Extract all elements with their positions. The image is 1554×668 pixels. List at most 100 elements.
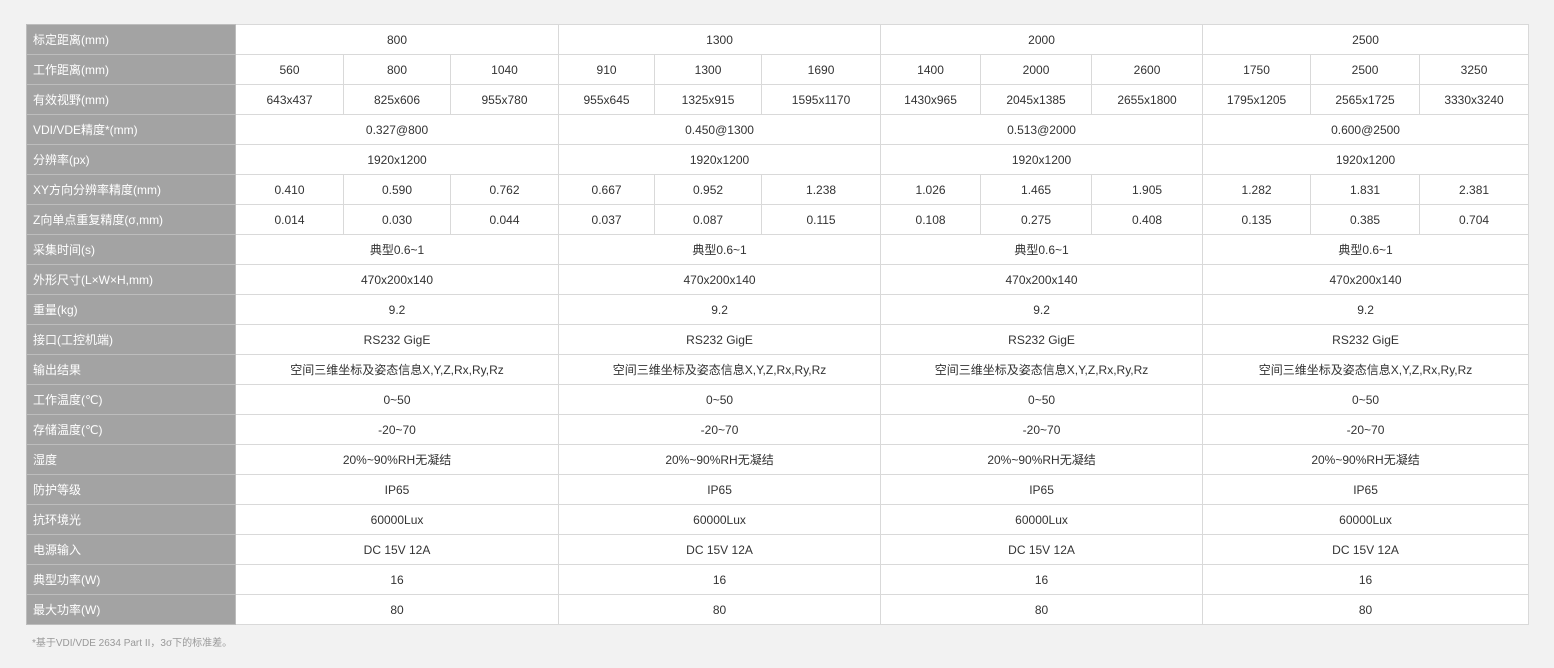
table-cell: -20~70 <box>880 414 1204 445</box>
table-cell: 0.044 <box>449 204 560 235</box>
table-cell: 2045x1385 <box>980 84 1093 115</box>
row-label: 工作温度(℃) <box>26 384 236 415</box>
table-cell: 1.905 <box>1091 174 1204 205</box>
table-cell: 2500 <box>1310 54 1421 85</box>
table-cell: 3250 <box>1419 54 1530 85</box>
table-cell: IP65 <box>1202 474 1530 505</box>
row-label: 重量(kg) <box>26 294 236 325</box>
table-cell: 2500 <box>1202 24 1530 55</box>
table-cell: 9.2 <box>558 294 882 325</box>
table-cell: -20~70 <box>234 414 560 445</box>
table-cell: 1920x1200 <box>1202 144 1530 175</box>
table-row: 防护等级 IP65 IP65 IP65 IP65 <box>26 474 1530 505</box>
table-cell: RS232 GigE <box>234 324 560 355</box>
table-cell: 1920x1200 <box>880 144 1204 175</box>
table-cell: DC 15V 12A <box>1202 534 1530 565</box>
row-label: Z向单点重复精度(σ,mm) <box>26 204 236 235</box>
table-cell: 空间三维坐标及姿态信息X,Y,Z,Rx,Ry,Rz <box>234 354 560 385</box>
table-cell: 0.087 <box>654 204 763 235</box>
table-cell: 2000 <box>880 24 1204 55</box>
table-cell: 800 <box>343 54 451 85</box>
table-cell: 0~50 <box>880 384 1204 415</box>
table-row: 分辨率(px) 1920x1200 1920x1200 1920x1200 1920x1… <box>26 144 1530 175</box>
table-cell: 470x200x140 <box>1202 264 1530 295</box>
table-cell: 80 <box>558 594 882 625</box>
table-cell: 16 <box>1202 564 1530 595</box>
table-row: 湿度 20%~90%RH无凝结 20%~90%RH无凝结 20%~90%RH无凝结 20… <box>26 444 1530 475</box>
row-label: 标定距离(mm) <box>26 24 236 55</box>
table-cell: RS232 GigE <box>880 324 1204 355</box>
table-cell: 1690 <box>761 54 882 85</box>
table-cell: 0.030 <box>343 204 451 235</box>
table-cell: 0.450@1300 <box>558 114 882 145</box>
table-cell: 9.2 <box>1202 294 1530 325</box>
table-cell: 20%~90%RH无凝结 <box>234 444 560 475</box>
table-cell: 0.037 <box>558 204 656 235</box>
table-cell: 16 <box>234 564 560 595</box>
table-cell: DC 15V 12A <box>558 534 882 565</box>
table-cell: 0.115 <box>761 204 882 235</box>
row-label: 输出结果 <box>26 354 236 385</box>
table-cell: 1.831 <box>1310 174 1421 205</box>
table-cell: 0.667 <box>558 174 656 205</box>
table-cell: 0~50 <box>558 384 882 415</box>
table-row: 输出结果 空间三维坐标及姿态信息X,Y,Z,Rx,Ry,Rz 空间三维坐标及姿态信息… <box>26 354 1530 385</box>
table-cell: 60000Lux <box>880 504 1204 535</box>
table-cell: 0.952 <box>654 174 763 205</box>
table-cell: 955x780 <box>449 84 560 115</box>
table-cell: 0.327@800 <box>234 114 560 145</box>
row-label: 电源输入 <box>26 534 236 565</box>
table-cell: 1920x1200 <box>234 144 560 175</box>
table-cell: 9.2 <box>234 294 560 325</box>
row-label: 外形尺寸(L×W×H,mm) <box>26 264 236 295</box>
table-cell: 0~50 <box>1202 384 1530 415</box>
table-cell: -20~70 <box>1202 414 1530 445</box>
table-row: VDI/VDE精度*(mm) 0.327@800 0.450@1300 0.513@2… <box>26 114 1530 145</box>
table-cell: 60000Lux <box>1202 504 1530 535</box>
table-cell: IP65 <box>234 474 560 505</box>
table-cell: 20%~90%RH无凝结 <box>1202 444 1530 475</box>
table-cell: 800 <box>234 24 560 55</box>
table-cell: 955x645 <box>558 84 656 115</box>
table-cell: 60000Lux <box>234 504 560 535</box>
table-cell: 典型0.6~1 <box>880 234 1204 265</box>
table-cell: 0.108 <box>880 204 982 235</box>
table-cell: 典型0.6~1 <box>234 234 560 265</box>
table-cell: 0.408 <box>1091 204 1204 235</box>
table-cell: 1.282 <box>1202 174 1312 205</box>
table-cell: 0.135 <box>1202 204 1312 235</box>
table-cell: 16 <box>880 564 1204 595</box>
table-cell: 2.381 <box>1419 174 1530 205</box>
table-cell: 1920x1200 <box>558 144 882 175</box>
table-cell: 80 <box>880 594 1204 625</box>
table-row: 存储温度(℃) -20~70 -20~70 -20~70 -20~70 <box>26 414 1530 445</box>
table-cell: 空间三维坐标及姿态信息X,Y,Z,Rx,Ry,Rz <box>558 354 882 385</box>
table-cell: 空间三维坐标及姿态信息X,Y,Z,Rx,Ry,Rz <box>1202 354 1530 385</box>
table-cell: 1750 <box>1202 54 1312 85</box>
row-label: 湿度 <box>26 444 236 475</box>
table-cell: 1595x1170 <box>761 84 882 115</box>
row-label: 防护等级 <box>26 474 236 505</box>
table-cell: 910 <box>558 54 656 85</box>
table-row: 典型功率(W) 16 16 16 16 <box>26 564 1530 595</box>
table-cell: DC 15V 12A <box>234 534 560 565</box>
table-cell: 9.2 <box>880 294 1204 325</box>
table-cell: 2565x1725 <box>1310 84 1421 115</box>
table-cell: 0.385 <box>1310 204 1421 235</box>
table-row: 标定距离(mm) 800 1300 2000 2500 <box>26 24 1530 55</box>
table-cell: DC 15V 12A <box>880 534 1204 565</box>
table-cell: 2655x1800 <box>1091 84 1204 115</box>
table-cell: 16 <box>558 564 882 595</box>
table-cell: 1.238 <box>761 174 882 205</box>
table-cell: 643x437 <box>235 84 344 115</box>
table-cell: 560 <box>235 54 344 85</box>
table-cell: 20%~90%RH无凝结 <box>880 444 1204 475</box>
row-label: VDI/VDE精度*(mm) <box>26 114 236 145</box>
table-cell: -20~70 <box>558 414 882 445</box>
table-cell: IP65 <box>558 474 882 505</box>
table-row: 采集时间(s) 典型0.6~1 典型0.6~1 典型0.6~1 典型0.6~1 <box>26 234 1530 265</box>
table-cell: IP65 <box>880 474 1204 505</box>
table-cell: 1.026 <box>880 174 982 205</box>
table-row: 抗环境光 60000Lux 60000Lux 60000Lux 60000Lux <box>26 504 1530 535</box>
table-cell: 2600 <box>1091 54 1204 85</box>
